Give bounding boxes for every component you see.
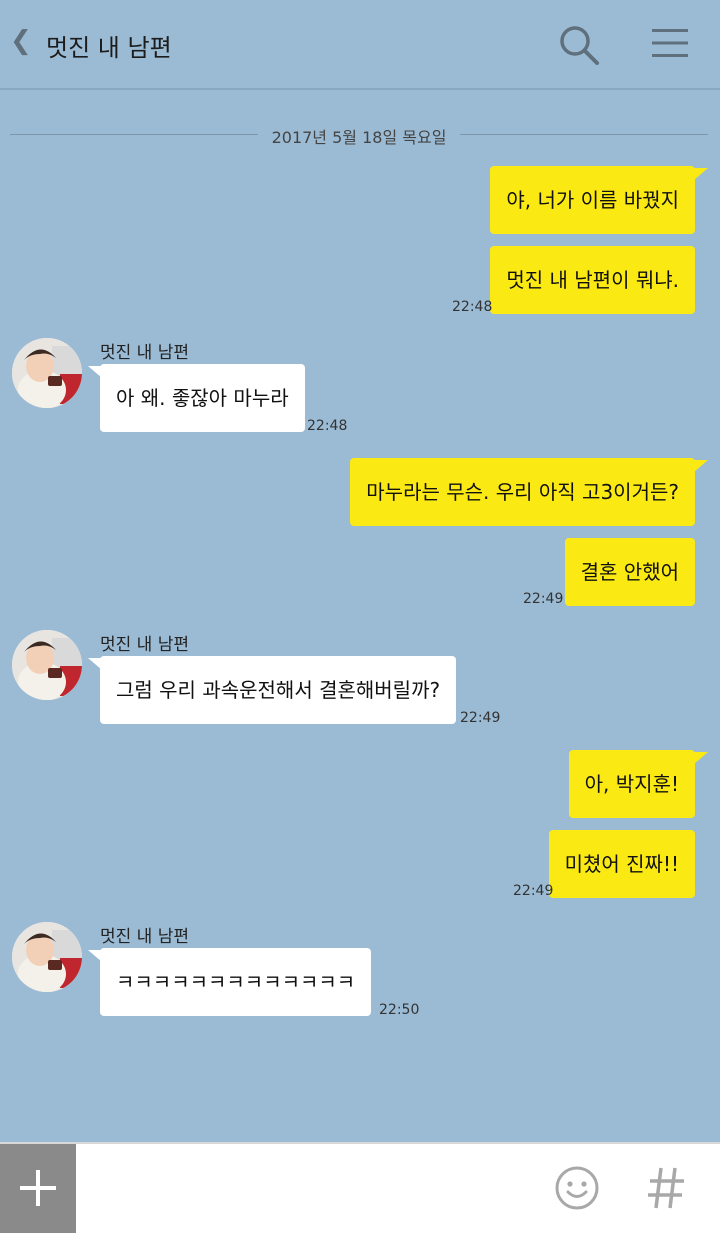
chat-title: 멋진 내 남편 [46,34,172,62]
message-time: 22:48 [452,299,493,315]
my-message-bubble[interactable]: 미쳤어 진짜!! [548,830,695,898]
chat-header: ❮ 멋진 내 남편 [0,0,720,90]
menu-icon[interactable] [650,26,690,60]
bubble-tail [88,658,102,670]
bubble-tail [694,168,708,180]
other-message-bubble[interactable]: ㅋㅋㅋㅋㅋㅋㅋㅋㅋㅋㅋㅋㅋ [100,948,372,1016]
sender-name: 멋진 내 남편 [100,635,190,655]
message-time: 22:50 [379,1002,420,1018]
other-message-bubble[interactable]: 아 왜. 좋잖아 마누라 [100,364,305,432]
divider [460,134,708,135]
sender-name: 멋진 내 남편 [100,343,190,363]
message-input-bar [0,1142,720,1233]
plus-icon [20,1170,56,1206]
bubble-tail [88,950,102,962]
chevron-left-icon[interactable]: ❮ [10,26,32,56]
my-message-bubble[interactable]: 결혼 안했어 [564,538,695,606]
other-message-bubble[interactable]: 그럼 우리 과속운전해서 결혼해버릴까? [100,656,457,724]
message-time: 22:48 [307,418,348,434]
search-icon[interactable] [558,24,600,66]
attach-button[interactable] [0,1144,76,1233]
message-time: 22:49 [460,710,501,726]
my-message-bubble[interactable]: 아, 박지훈! [568,750,695,818]
my-message-bubble[interactable]: 야, 너가 이름 바꿨지 [490,166,695,234]
message-time: 22:49 [513,883,554,899]
bubble-tail [88,366,102,378]
avatar[interactable] [12,338,82,408]
bubble-tail [694,752,708,764]
sender-name: 멋진 내 남편 [100,927,190,947]
avatar[interactable] [12,922,82,992]
date-text: 2017년 5월 18일 목요일 [271,128,447,147]
hash-icon[interactable] [646,1164,686,1212]
avatar[interactable] [12,630,82,700]
bubble-tail [694,460,708,472]
my-message-bubble[interactable]: 멋진 내 남편이 뭐냐. [490,246,695,314]
message-input[interactable] [90,1162,534,1214]
message-time: 22:49 [523,591,564,607]
date-separator: 2017년 5월 18일 목요일 [10,122,708,147]
emoji-icon[interactable] [554,1165,600,1211]
my-message-bubble[interactable]: 마누라는 무슨. 우리 아직 고3이거든? [350,458,695,526]
